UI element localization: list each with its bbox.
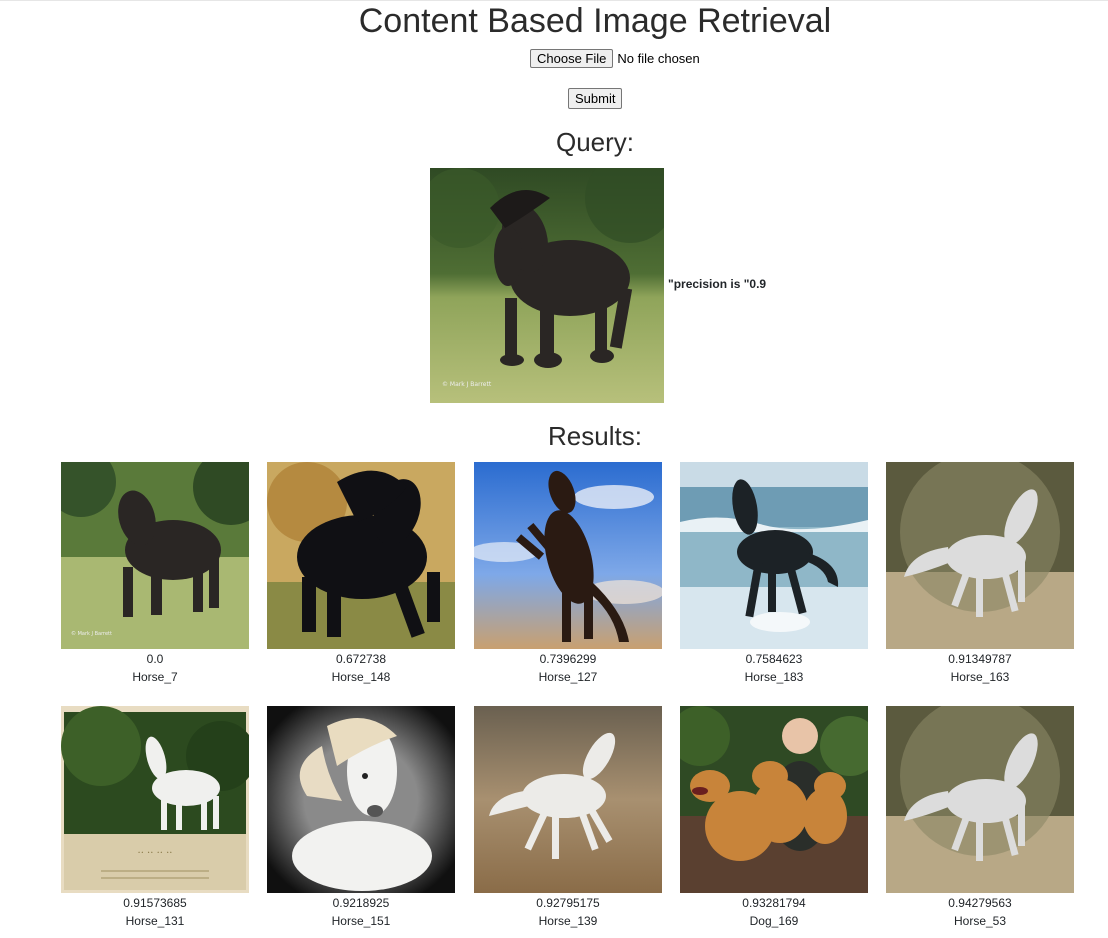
result-item[interactable]: 0.7396299 Horse_127	[474, 462, 662, 686]
result-item[interactable]: ·· ·· ·· ·· 0.91573685 Horse_131	[61, 706, 249, 930]
result-score: 0.7396299	[539, 652, 597, 666]
result-thumbnail[interactable]	[680, 706, 868, 893]
result-item[interactable]: 0.672738 Horse_148	[267, 462, 455, 686]
file-upload: Choose File No file chosen	[530, 48, 700, 68]
result-score: 0.91349787	[948, 652, 1012, 666]
result-thumbnail[interactable]	[886, 462, 1074, 649]
result-label: Dog_169	[749, 914, 799, 928]
result-label: Horse_139	[538, 914, 598, 928]
precision-text: "precision is "0.9	[668, 277, 767, 291]
result-thumbnail[interactable]	[680, 462, 868, 649]
submit-button[interactable]: Submit	[568, 88, 623, 109]
result-item[interactable]: 0.7584623 Horse_183	[680, 462, 868, 686]
result-item[interactable]: 0.91349787 Horse_163	[886, 462, 1074, 686]
result-thumbnail[interactable]	[474, 706, 662, 893]
result-score: 0.7584623	[745, 652, 803, 666]
query-image: © Mark J Barrett	[430, 168, 664, 403]
result-label: Horse_53	[953, 914, 1007, 928]
svg-text:© Mark J Barrett: © Mark J Barrett	[442, 381, 492, 388]
file-status-text: No file chosen	[617, 50, 700, 66]
result-score: 0.93281794	[742, 896, 806, 910]
result-label: Horse_127	[538, 670, 598, 684]
result-item[interactable]: 0.92795175 Horse_139	[474, 706, 662, 930]
page-title: Content Based Image Retrieval	[358, 2, 832, 40]
result-item[interactable]: © Mark J Barrett 0.0 Horse_7	[61, 462, 249, 686]
choose-file-button[interactable]: Choose File	[530, 48, 614, 68]
result-label: Horse_131	[125, 914, 185, 928]
result-label: Horse_163	[950, 670, 1010, 684]
result-thumbnail[interactable]: ·· ·· ·· ··	[61, 706, 249, 893]
result-item[interactable]: 0.94279563 Horse_53	[886, 706, 1074, 930]
results-heading: Results:	[548, 421, 642, 451]
result-thumbnail[interactable]: © Mark J Barrett	[61, 462, 249, 649]
result-thumbnail[interactable]	[267, 706, 455, 893]
result-thumbnail[interactable]	[474, 462, 662, 649]
result-label: Horse_7	[132, 670, 178, 684]
result-score: 0.94279563	[948, 896, 1012, 910]
result-score: 0.91573685	[123, 896, 187, 910]
result-label: Horse_151	[331, 914, 391, 928]
result-score: 0.672738	[335, 652, 387, 666]
query-heading: Query:	[555, 127, 635, 157]
result-score: 0.9218925	[332, 896, 390, 910]
result-item[interactable]: 0.93281794 Dog_169	[680, 706, 868, 930]
svg-text:© Mark J Barrett: © Mark J Barrett	[71, 630, 112, 637]
result-item[interactable]: 0.9218925 Horse_151	[267, 706, 455, 930]
result-score: 0.92795175	[536, 896, 600, 910]
result-label: Horse_148	[331, 670, 391, 684]
page: Content Based Image Retrieval Choose Fil…	[0, 0, 1108, 938]
result-label: Horse_183	[744, 670, 804, 684]
svg-text:·· ·· ·· ··: ·· ·· ·· ··	[138, 848, 173, 859]
result-thumbnail[interactable]	[886, 706, 1074, 893]
result-score: 0.0	[146, 652, 164, 666]
result-thumbnail[interactable]	[267, 462, 455, 649]
